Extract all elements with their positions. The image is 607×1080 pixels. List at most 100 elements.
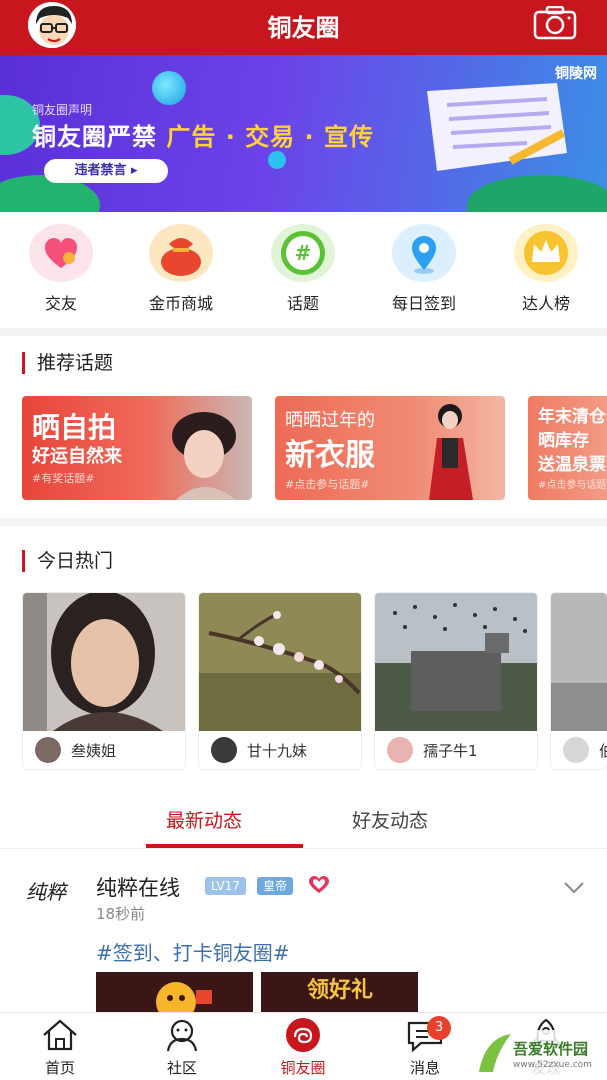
post-image[interactable] <box>96 972 253 1016</box>
svg-text:#: # <box>295 241 312 265</box>
post-author-name[interactable]: 纯粹在线 <box>96 872 180 902</box>
topic-tag: #点击参与话题# <box>285 478 370 491</box>
decoration-ball <box>152 71 186 105</box>
quick-item-label: 每日签到 <box>391 294 456 313</box>
heart-icon <box>29 224 93 282</box>
topic-line3: 送温泉票 <box>538 455 606 475</box>
rank-badge: 皇帝 <box>257 877 294 895</box>
nav-label: 社区 <box>166 1059 197 1077</box>
hot-card-author: 叁姨姐 <box>35 737 116 763</box>
hot-card-photo <box>199 593 361 731</box>
hot-card[interactable]: 甘十九妹 <box>199 593 361 769</box>
tab-friends[interactable]: 好友动态 <box>352 806 428 833</box>
quick-item-leaderboard[interactable]: 达人榜 <box>496 224 596 314</box>
quick-item-dating[interactable]: 交友 <box>11 224 111 314</box>
hot-card-author: 甘十九妹 <box>211 737 307 763</box>
banner-button[interactable]: 违者禁言 ▸ <box>44 159 168 183</box>
camera-icon[interactable] <box>533 5 577 40</box>
app-header: 铜友圈 <box>0 0 607 55</box>
decoration-ball <box>268 151 286 169</box>
post-avatar-signature[interactable]: 纯粹 <box>26 876 66 905</box>
tongyouquan-icon <box>283 1017 323 1053</box>
quick-item-coin-mall[interactable]: 金币商城 <box>131 224 231 314</box>
post-image[interactable]: 领好礼 <box>261 972 418 1016</box>
topic-line2: 好运自然来 <box>32 446 122 467</box>
site-watermark: 吾爱软件园 www.52zxue.com <box>467 1024 607 1080</box>
topic-tag: #有奖话题# <box>32 472 95 485</box>
headline-prefix: 铜友圈严禁 <box>32 123 157 151</box>
money-bag-icon <box>149 224 213 282</box>
quick-item-daily-checkin[interactable]: 每日签到 <box>374 224 474 314</box>
watermark-url: www.52zxue.com <box>513 1060 592 1070</box>
avatar <box>387 737 413 763</box>
nav-label: 铜友圈 <box>280 1059 326 1077</box>
today-hot-title: 今日热门 <box>22 550 113 572</box>
hot-card-author: 伯 <box>563 737 607 763</box>
quick-access-row: 交友 金币商城 # 话题 每日签到 达人榜 <box>0 212 607 327</box>
banner-notice: 铜友圈声明 <box>32 103 93 117</box>
hot-card-photo <box>375 593 537 731</box>
nav-label: 消息 <box>409 1059 440 1077</box>
person-photo <box>172 412 236 500</box>
nav-tongyouquan[interactable]: 铜友圈 <box>263 1017 343 1078</box>
hot-card[interactable]: 伯 <box>551 593 607 769</box>
topic-card-selfie[interactable]: 晒自拍 好运自然来 #有奖话题# <box>22 396 252 500</box>
quick-item-label: 话题 <box>286 294 319 313</box>
level-badge: LV17 <box>205 877 246 895</box>
topic-card-new-clothes[interactable]: 晒晒过年的 新衣服 #点击参与话题# <box>275 396 505 500</box>
topic-card-year-end[interactable]: 年末清仓 晒库存 送温泉票 #点击参与话题# <box>528 396 607 500</box>
home-icon <box>40 1017 80 1053</box>
avatar <box>211 737 237 763</box>
hot-card[interactable]: 叁姨姐 <box>23 593 185 769</box>
quick-item-label: 交友 <box>44 294 77 313</box>
topic-line2: 晒库存 <box>538 431 589 451</box>
watermark-title: 吾爱软件园 <box>513 1040 589 1058</box>
announcement-banner[interactable]: 铜陵网 铜友圈声明 铜友圈严禁 广告 · 交易 · 宣传 违者禁言 ▸ <box>0 55 607 212</box>
headline-highlight: 广告 · 交易 · 宣传 <box>166 123 375 151</box>
person-photo <box>429 404 473 500</box>
nav-label: 首页 <box>44 1059 75 1077</box>
location-pin-icon <box>392 224 456 282</box>
quick-item-label: 达人榜 <box>521 294 570 313</box>
topic-line1: 年末清仓 <box>538 407 606 427</box>
quick-item-topics[interactable]: # 话题 <box>253 224 353 314</box>
topic-line1: 晒自拍 <box>32 411 117 444</box>
author-name: 孺子牛1 <box>423 741 478 760</box>
tabs-divider <box>0 848 607 849</box>
topic-line1: 晒晒过年的 <box>285 410 375 431</box>
decoration-shape <box>467 175 607 212</box>
page-title: 铜友圈 <box>267 14 340 42</box>
hot-card[interactable]: 孺子牛1 <box>375 593 537 769</box>
post-time: 18秒前 <box>96 905 146 923</box>
hash-icon: # <box>271 224 335 282</box>
author-name: 伯 <box>599 741 607 760</box>
nav-messages[interactable]: 消息 <box>385 1017 465 1078</box>
hot-card-photo <box>23 593 185 731</box>
topic-tag: #点击参与话题# <box>538 480 607 491</box>
avatar <box>35 737 61 763</box>
nav-home[interactable]: 首页 <box>20 1017 100 1078</box>
crown-icon <box>514 224 578 282</box>
brand-logo: 铜陵网 <box>555 66 597 82</box>
topic-line2: 新衣服 <box>285 438 375 473</box>
chevron-down-icon[interactable] <box>563 880 585 894</box>
community-icon <box>162 1017 202 1053</box>
tab-latest[interactable]: 最新动态 <box>166 806 242 833</box>
section-divider <box>0 518 607 526</box>
hot-card-author: 孺子牛1 <box>387 737 478 763</box>
heart-badge-icon <box>308 875 330 899</box>
banner-headline: 铜友圈严禁 广告 · 交易 · 宣传 <box>32 117 374 152</box>
recommended-topics-title: 推荐话题 <box>22 352 113 374</box>
post-image-text: 领好礼 <box>307 978 374 1003</box>
post-hashtag[interactable]: #签到、打卡铜友圈# <box>96 937 290 966</box>
author-name: 甘十九妹 <box>247 741 308 760</box>
post-image-art <box>96 972 253 1016</box>
message-count-badge: 3 <box>427 1016 451 1040</box>
avatar <box>563 737 589 763</box>
author-name: 叁姨姐 <box>71 741 117 760</box>
hot-card-photo <box>551 593 607 731</box>
scroll-paper-illustration <box>407 83 577 173</box>
section-divider <box>0 328 607 336</box>
nav-community[interactable]: 社区 <box>142 1017 222 1078</box>
quick-item-label: 金币商城 <box>148 294 213 313</box>
